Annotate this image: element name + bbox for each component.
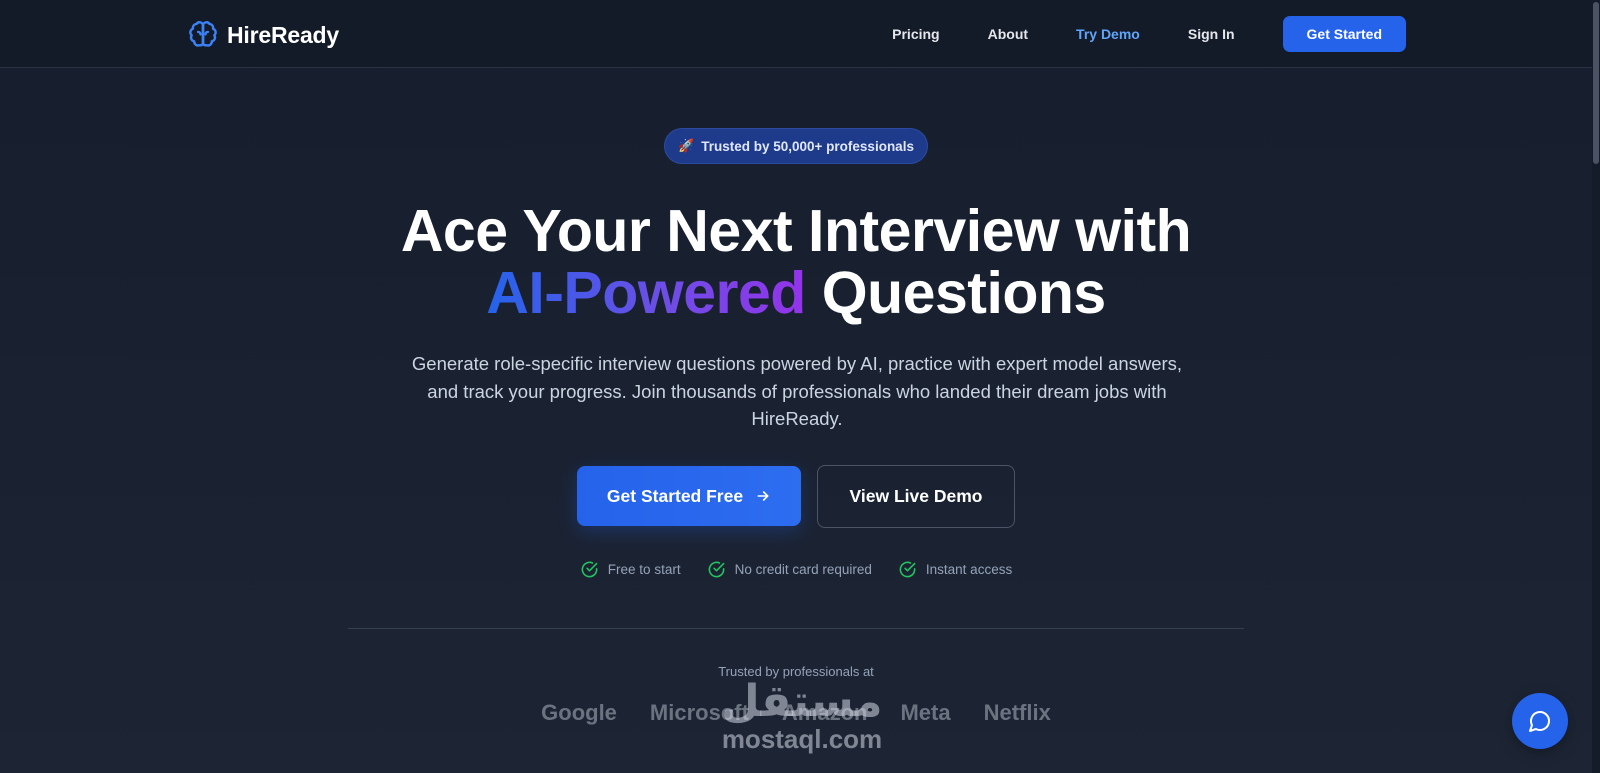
- rocket-icon: 🚀: [678, 138, 695, 153]
- get-started-button[interactable]: Get Started: [1282, 16, 1406, 52]
- company-logos: Google Microsoft Amazon Meta Netflix: [0, 700, 1592, 726]
- company-logo-amazon: Amazon: [781, 700, 868, 725]
- get-started-free-button[interactable]: Get Started Free: [577, 466, 801, 526]
- page-scrollbar[interactable]: [1592, 0, 1600, 773]
- company-logo-netflix: Netflix: [983, 700, 1051, 725]
- hero-subtitle: Generate role-specific interview questio…: [411, 353, 1183, 429]
- chat-button[interactable]: [1512, 693, 1568, 749]
- arrow-right-icon: [757, 491, 769, 501]
- nav-link-pricing[interactable]: Pricing: [892, 26, 939, 42]
- feature-item: Free to start: [580, 560, 681, 579]
- hero-title: Ace Your Next Interview with AI-Powered …: [0, 200, 1592, 324]
- trusted-by-label: Trusted by professionals at: [718, 664, 874, 679]
- feature-label: No credit card required: [734, 562, 872, 577]
- company-logo-google: Google: [541, 700, 617, 725]
- brand-name: HireReady: [227, 21, 339, 48]
- check-circle-icon: [708, 561, 724, 578]
- check-circle-icon: [899, 561, 916, 578]
- chat-bubble-icon: [1529, 711, 1550, 732]
- navbar: HireReady Pricing About Try Demo Sign In…: [0, 0, 1600, 68]
- view-live-demo-button[interactable]: View Live Demo: [817, 465, 1015, 528]
- feature-label: Instant access: [925, 562, 1013, 577]
- hero-title-line1: Ace Your Next Interview with: [400, 198, 1192, 264]
- hero-title-highlight: AI-Powered: [486, 260, 806, 326]
- nav-link-about[interactable]: About: [988, 26, 1028, 42]
- company-logo-microsoft: Microsoft: [649, 700, 749, 725]
- feature-item: No credit card required: [707, 560, 872, 579]
- brain-icon: [189, 21, 217, 47]
- feature-item: Instant access: [898, 560, 1012, 579]
- feature-list: Free to start No credit card required In…: [0, 560, 1592, 579]
- nav-links: Pricing About Try Demo Sign In Get Start…: [892, 16, 1406, 52]
- nav-link-try-demo[interactable]: Try Demo: [1076, 26, 1140, 42]
- company-logo-meta: Meta: [900, 700, 951, 725]
- trust-badge: 🚀 Trusted by 50,000+ professionals: [664, 128, 928, 164]
- section-divider: [348, 628, 1244, 629]
- scrollbar-thumb[interactable]: [1593, 2, 1599, 164]
- trust-badge-text: Trusted by 50,000+ professionals: [701, 138, 914, 154]
- hero-title-rest: Questions: [821, 260, 1107, 326]
- check-circle-icon: [581, 561, 598, 578]
- feature-label: Free to start: [607, 562, 681, 577]
- watermark-latin: mostaql.com: [721, 724, 883, 754]
- get-started-free-label: Get Started Free: [606, 485, 744, 506]
- nav-link-sign-in[interactable]: Sign In: [1188, 26, 1235, 42]
- brand-logo[interactable]: HireReady: [188, 19, 339, 51]
